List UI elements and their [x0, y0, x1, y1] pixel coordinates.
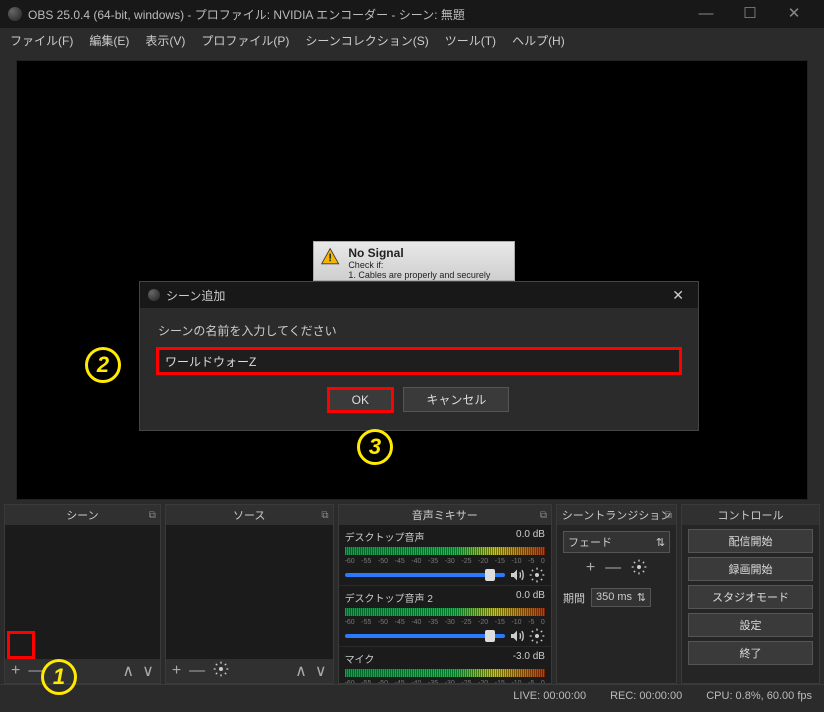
dialog-title: シーン追加	[166, 287, 666, 304]
status-cpu: CPU: 0.8%, 60.00 fps	[706, 690, 812, 702]
controls-title: コントロール	[718, 507, 784, 523]
no-signal-check: Check if:	[348, 260, 508, 270]
mixer-ch3-name: マイク	[345, 651, 375, 666]
sources-up-button[interactable]: ∧	[295, 661, 307, 681]
mixer-ticks: -60-55-50-45-40-35-30-25-20-15-10-50	[345, 619, 545, 626]
menu-view[interactable]: 表示(V)	[139, 30, 191, 51]
mixer-channel-3: マイク -3.0 dB -60-55-50-45-40-35-30-25-20-1…	[339, 647, 551, 683]
sources-list[interactable]	[166, 525, 333, 659]
sources-title: ソース	[233, 507, 265, 523]
mixer-ch2-meter	[345, 608, 545, 616]
sources-panel: ソース ⧉ + — ∧ ∨	[165, 504, 334, 684]
mixer-ch1-meter	[345, 547, 545, 555]
mixer-channel-2: デスクトップ音声 2 0.0 dB -60-55-50-45-40-35-30-2…	[339, 586, 551, 647]
menu-bar: ファイル(F) 編集(E) 表示(V) プロファイル(P) シーンコレクション(…	[0, 28, 824, 52]
obs-logo-icon	[8, 7, 22, 21]
maximize-button[interactable]: ☐	[728, 0, 772, 28]
sources-settings-button[interactable]	[213, 661, 229, 682]
status-rec: REC: 00:00:00	[610, 690, 682, 702]
mixer-ch2-slider[interactable]	[345, 634, 505, 638]
gear-icon[interactable]	[529, 567, 545, 583]
scenes-add-button[interactable]: +	[11, 662, 20, 680]
controls-panel: コントロール 配信開始 録画開始 スタジオモード 設定 終了	[681, 504, 820, 684]
mixer-title: 音声ミキサー	[412, 507, 478, 523]
menu-scene-collection[interactable]: シーンコレクション(S)	[299, 30, 434, 51]
chevron-updown-icon: ⇅	[656, 536, 665, 549]
scenes-down-button[interactable]: ∨	[142, 661, 154, 681]
transition-title: シーントランジション	[562, 507, 671, 523]
mixer-channel-1: デスクトップ音声 0.0 dB -60-55-50-45-40-35-30-25-…	[339, 525, 551, 586]
preview-canvas[interactable]: No Signal Check if: 1. Cables are proper…	[16, 60, 808, 500]
window-title: OBS 25.0.4 (64-bit, windows) - プロファイル: N…	[28, 6, 684, 23]
annotation-3: 3	[357, 429, 393, 465]
mixer-ch1-db: 0.0 dB	[516, 529, 545, 544]
chevron-updown-icon: ⇅	[637, 591, 646, 604]
status-live: LIVE: 00:00:00	[513, 690, 586, 702]
annotation-1: 1	[41, 659, 77, 695]
exit-button[interactable]: 終了	[688, 641, 813, 665]
minimize-button[interactable]: —	[684, 0, 728, 28]
mixer-ch1-slider[interactable]	[345, 573, 505, 577]
no-signal-card: No Signal Check if: 1. Cables are proper…	[313, 241, 515, 281]
annotation-2: 2	[85, 347, 121, 383]
settings-button[interactable]: 設定	[688, 613, 813, 637]
transition-settings-button[interactable]	[631, 559, 647, 580]
warning-icon	[320, 246, 340, 268]
transition-remove-button[interactable]: —	[605, 559, 621, 580]
menu-file[interactable]: ファイル(F)	[4, 30, 79, 51]
mixer-ch1-name: デスクトップ音声	[345, 529, 425, 544]
mixer-ticks: -60-55-50-45-40-35-30-25-20-15-10-50	[345, 680, 545, 683]
close-button[interactable]: ✕	[772, 0, 816, 28]
mixer-ch2-db: 0.0 dB	[516, 590, 545, 605]
sources-add-button[interactable]: +	[172, 662, 181, 680]
no-signal-title: No Signal	[348, 246, 508, 260]
scenes-panel: シーン⧉ + — ∧ ∨ 1	[4, 504, 161, 684]
menu-profile[interactable]: プロファイル(P)	[195, 30, 295, 51]
menu-help[interactable]: ヘルプ(H)	[506, 30, 571, 51]
menu-edit[interactable]: 編集(E)	[83, 30, 135, 51]
studio-mode-button[interactable]: スタジオモード	[688, 585, 813, 609]
scenes-up-button[interactable]: ∧	[122, 661, 134, 681]
mixer-ch3-meter	[345, 669, 545, 677]
transition-popout-icon[interactable]: ⧉	[665, 510, 672, 521]
ok-button[interactable]: OK	[329, 389, 392, 411]
scenes-list[interactable]	[5, 525, 160, 659]
start-record-button[interactable]: 録画開始	[688, 557, 813, 581]
scenes-title: シーン	[66, 507, 98, 523]
dialog-close-button[interactable]: ✕	[666, 287, 690, 304]
transition-panel: シーントランジション⧉ フェード⇅ + — 期間 350 ms⇅	[556, 504, 677, 684]
start-stream-button[interactable]: 配信開始	[688, 529, 813, 553]
transition-duration-input[interactable]: 350 ms⇅	[591, 588, 651, 607]
sources-remove-button[interactable]: —	[189, 662, 205, 680]
gear-icon[interactable]	[529, 628, 545, 644]
transition-select[interactable]: フェード⇅	[563, 531, 670, 553]
window-titlebar: OBS 25.0.4 (64-bit, windows) - プロファイル: N…	[0, 0, 824, 28]
scenes-popout-icon[interactable]: ⧉	[149, 510, 156, 521]
mixer-body: デスクトップ音声 0.0 dB -60-55-50-45-40-35-30-25-…	[339, 525, 551, 683]
dialog-prompt: シーンの名前を入力してください	[158, 322, 680, 339]
obs-logo-icon	[148, 289, 160, 301]
sources-popout-icon[interactable]: ⧉	[321, 510, 328, 521]
scene-name-input[interactable]	[158, 349, 680, 373]
dock-panels: シーン⧉ + — ∧ ∨ 1 ソース⧉ + — ∧ ∨ 音声ミキサー⧉ デスクト…	[0, 504, 824, 684]
transition-add-button[interactable]: +	[586, 559, 595, 580]
cancel-button[interactable]: キャンセル	[403, 387, 509, 412]
add-scene-dialog: シーン追加 ✕ シーンの名前を入力してください OK キャンセル	[139, 281, 699, 431]
mixer-ticks: -60-55-50-45-40-35-30-25-20-15-10-50	[345, 558, 545, 565]
mixer-panel: 音声ミキサー ⧉ デスクトップ音声 0.0 dB -60-55-50-45-40-3…	[338, 504, 552, 684]
speaker-icon[interactable]	[509, 567, 525, 583]
mixer-popout-icon[interactable]: ⧉	[540, 510, 547, 521]
menu-tools[interactable]: ツール(T)	[439, 30, 502, 51]
dialog-titlebar[interactable]: シーン追加 ✕	[140, 282, 698, 308]
sources-down-button[interactable]: ∨	[315, 661, 327, 681]
transition-duration-label: 期間	[563, 590, 585, 606]
speaker-icon[interactable]	[509, 628, 525, 644]
mixer-ch3-db: -3.0 dB	[513, 651, 545, 666]
status-bar: LIVE: 00:00:00 REC: 00:00:00 CPU: 0.8%, …	[0, 684, 824, 706]
mixer-ch2-name: デスクトップ音声 2	[345, 590, 433, 605]
